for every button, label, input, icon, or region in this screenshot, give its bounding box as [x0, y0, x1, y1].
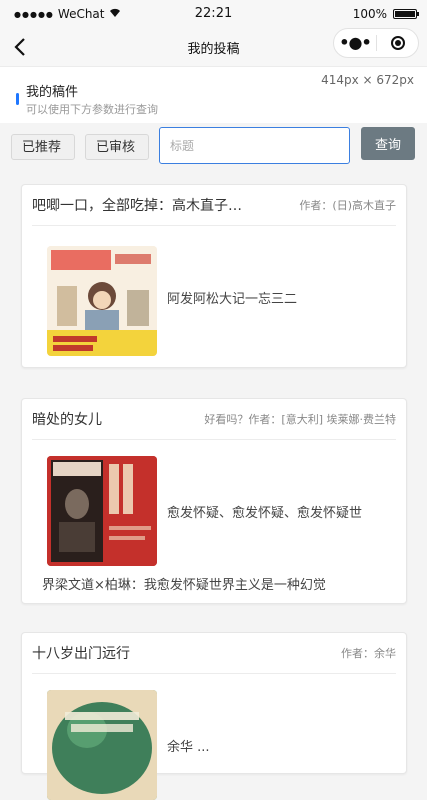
nav-bar: 我的投稿 •●•	[0, 28, 427, 67]
section-subtitle: 可以使用下方参数进行查询	[26, 103, 158, 116]
article-excerpt: 愈发怀疑、愈发怀疑、愈发怀疑世	[167, 506, 363, 521]
article-author: 作者：余华	[341, 647, 396, 660]
article-excerpt-continued: 界梁文道×柏琳：我愈发怀疑世界主义是一种幻觉	[42, 578, 326, 593]
article-title: 十八岁出门远行	[32, 646, 130, 662]
book-cover-image	[47, 456, 157, 566]
article-card[interactable]: 吧唧一口，全部吃掉：高木直子… 作者：(日)高木直子 阿发阿松大记一忘三二	[21, 184, 407, 368]
article-title: 吧唧一口，全部吃掉：高木直子…	[32, 198, 242, 214]
battery-percent: 100%	[352, 7, 387, 21]
card-header: 吧唧一口，全部吃掉：高木直子… 作者：(日)高木直子	[32, 185, 396, 226]
book-cover-image	[47, 246, 157, 356]
status-right: 100%	[352, 7, 419, 21]
reviewed-filter-button[interactable]: 已审核	[85, 134, 149, 160]
query-button[interactable]: 查询	[361, 127, 415, 160]
article-excerpt: 余华 ...	[167, 740, 210, 755]
article-card[interactable]: 十八岁出门远行 作者：余华 余华 ...	[21, 632, 407, 800]
record-circle-icon[interactable]	[377, 36, 418, 50]
section-header: 我的稿件 可以使用下方参数进行查询 414px × 672px	[0, 67, 427, 123]
article-title: 暗处的女儿	[32, 412, 102, 428]
card-header: 暗处的女儿 好看吗？作者：[意大利] 埃莱娜·费兰特	[32, 399, 396, 440]
filter-row: 已推荐 已审核 查询	[0, 123, 427, 173]
recommended-filter-button[interactable]: 已推荐	[11, 134, 75, 160]
article-author: 好看吗？作者：[意大利] 埃莱娜·费兰特	[204, 413, 396, 426]
section-accent-bar	[16, 93, 19, 105]
article-author: 作者：(日)高木直子	[299, 199, 396, 212]
battery-fill	[395, 11, 415, 17]
battery-icon	[393, 9, 419, 19]
card-header: 十八岁出门远行 作者：余华	[32, 633, 396, 674]
title-search-input[interactable]	[159, 127, 350, 164]
book-cover-image	[47, 690, 157, 800]
more-dots-icon[interactable]: •●•	[334, 28, 376, 58]
section-title: 我的稿件	[26, 85, 79, 100]
article-excerpt: 阿发阿松大记一忘三二	[167, 292, 298, 307]
size-label: 414px × 672px	[321, 73, 414, 87]
article-card[interactable]: 暗处的女儿 好看吗？作者：[意大利] 埃莱娜·费兰特 愈发怀疑、愈发怀疑、愈发怀…	[21, 398, 407, 604]
status-bar: ●●●●● WeChat 22:21 100%	[0, 0, 427, 28]
mini-program-capsule: •●•	[333, 28, 419, 58]
